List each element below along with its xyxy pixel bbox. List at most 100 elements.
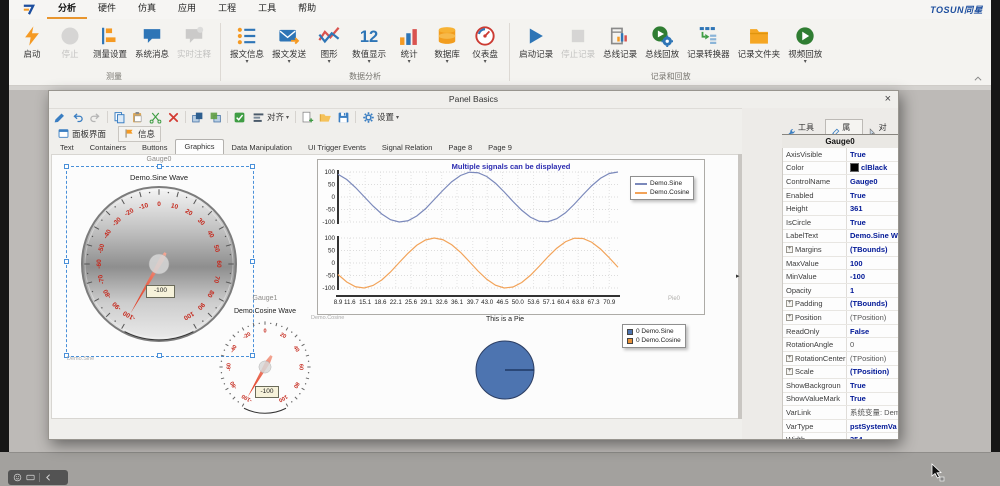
property-value[interactable]: True <box>847 191 898 200</box>
property-value[interactable]: True <box>847 218 898 227</box>
expand-icon[interactable]: + <box>786 314 793 321</box>
property-row-MaxValue[interactable]: MaxValue100 <box>783 257 898 271</box>
settings-button[interactable]: 设置▾ <box>359 110 402 125</box>
menu-item-工程[interactable]: 工程 <box>207 0 247 19</box>
property-row-LabelText[interactable]: LabelTextDemo.Sine W <box>783 230 898 244</box>
property-row-Color[interactable]: ColorclBlack <box>783 162 898 176</box>
chevron-down-icon[interactable]: ▾ <box>804 60 807 65</box>
property-value[interactable]: (TBounds) <box>847 245 898 254</box>
ribbon-item-记录转换器[interactable]: 记录转换器 <box>683 23 734 61</box>
chevron-down-icon[interactable]: ▾ <box>408 60 411 65</box>
property-row-Scale[interactable]: +Scale(TPosition) <box>783 366 898 380</box>
open-button[interactable] <box>317 110 334 125</box>
property-row-VarType[interactable]: VarTypepstSystemVa <box>783 420 898 434</box>
menu-item-帮助[interactable]: 帮助 <box>287 0 327 19</box>
ribbon-item-启动[interactable]: 启动 <box>13 23 51 61</box>
property-value[interactable]: (TPosition) <box>847 367 898 376</box>
ribbon-item-总线记录[interactable]: 总线记录 <box>599 23 641 61</box>
chevron-down-icon[interactable]: ▾ <box>288 60 291 65</box>
line-chart-panel[interactable]: Multiple signals can be displayed 100500… <box>317 159 705 315</box>
ribbon-item-数值显示[interactable]: 12数值显示▾ <box>348 23 390 66</box>
property-value[interactable]: False <box>847 327 898 336</box>
ribbon-item-测量设置[interactable]: 测量设置 <box>89 23 131 61</box>
property-value[interactable]: pstSystemVa <box>847 422 898 431</box>
align-button[interactable]: 对齐▾ <box>249 110 292 125</box>
menu-item-仿真[interactable]: 仿真 <box>127 0 167 19</box>
expand-icon[interactable]: + <box>786 246 793 253</box>
selection-handle[interactable] <box>157 353 162 358</box>
selection-handle[interactable] <box>250 259 255 264</box>
tab-page-9[interactable]: Page 9 <box>480 141 520 154</box>
ribbon-item-视频回放[interactable]: 视频回放▾ <box>784 23 826 66</box>
selection-handle[interactable] <box>64 259 69 264</box>
property-value[interactable]: (TBounds) <box>847 299 898 308</box>
property-row-ReadOnly[interactable]: ReadOnlyFalse <box>783 325 898 339</box>
splitter-collapse-icon[interactable]: ▸ <box>736 272 740 280</box>
gauge1-dial[interactable]: -100-80-60-40-20020406080100 <box>215 317 315 419</box>
close-icon[interactable]: × <box>885 92 891 107</box>
tab-graphics[interactable]: Graphics <box>175 139 223 154</box>
show-check-button[interactable] <box>231 110 248 125</box>
ribbon-item-启动记录[interactable]: 启动记录 <box>515 23 557 61</box>
ribbon-item-仪表盘[interactable]: 仪表盘▾ <box>466 23 504 66</box>
edit-mode-button[interactable] <box>51 110 68 125</box>
property-row-Opacity[interactable]: Opacity1 <box>783 284 898 298</box>
property-value[interactable]: 1 <box>847 286 898 295</box>
ribbon-item-统计[interactable]: 统计▾ <box>390 23 428 66</box>
menu-item-硬件[interactable]: 硬件 <box>87 0 127 19</box>
property-value[interactable]: 354 <box>847 435 898 439</box>
ribbon-item-总线回放[interactable]: 总线回放 <box>641 23 683 61</box>
property-value[interactable]: clBlack <box>847 163 898 172</box>
menu-item-应用[interactable]: 应用 <box>167 0 207 19</box>
doc-tab-信息[interactable]: 信息 <box>118 126 161 142</box>
bring-front-button[interactable] <box>189 110 206 125</box>
ribbon-item-报文信息[interactable]: 报文信息▾ <box>226 23 268 66</box>
expand-icon[interactable]: + <box>786 355 793 362</box>
property-value[interactable]: 0 <box>847 340 898 349</box>
property-row-MinValue[interactable]: MinValue-100 <box>783 270 898 284</box>
ribbon-item-报文发送[interactable]: 报文发送▾ <box>268 23 310 66</box>
expand-icon[interactable]: + <box>786 368 793 375</box>
property-row-Padding[interactable]: +Padding(TBounds) <box>783 298 898 312</box>
selection-handle[interactable] <box>250 164 255 169</box>
tab-buttons[interactable]: Buttons <box>134 141 175 154</box>
property-row-ShowValueMark[interactable]: ShowValueMarkTrue <box>783 393 898 407</box>
ribbon-item-数据库[interactable]: 数据库▾ <box>428 23 466 66</box>
pie-chart[interactable] <box>474 339 536 406</box>
property-value[interactable]: Demo.Sine W <box>847 231 898 240</box>
property-value[interactable]: True <box>847 150 898 159</box>
chevron-down-icon[interactable]: ▾ <box>484 60 487 65</box>
selection-handle[interactable] <box>157 164 162 169</box>
send-back-button[interactable] <box>207 110 224 125</box>
chevron-down-icon[interactable]: ▾ <box>368 60 371 65</box>
copy-button[interactable] <box>111 110 128 125</box>
property-row-Margins[interactable]: +Margins(TBounds) <box>783 243 898 257</box>
tab-text[interactable]: Text <box>52 141 82 154</box>
cut-button[interactable] <box>147 110 164 125</box>
property-row-IsCircle[interactable]: IsCircleTrue <box>783 216 898 230</box>
tab-containers[interactable]: Containers <box>82 141 134 154</box>
property-value[interactable]: 系统变量: Dem <box>847 407 898 418</box>
property-value[interactable]: -100 <box>847 272 898 281</box>
property-row-Height[interactable]: Height361 <box>783 202 898 216</box>
selection-handle[interactable] <box>64 164 69 169</box>
paste-button[interactable] <box>129 110 146 125</box>
property-value[interactable]: True <box>847 394 898 403</box>
doc-tab-面板界面[interactable]: 面板界面 <box>52 126 112 142</box>
menu-item-分析[interactable]: 分析 <box>47 0 87 19</box>
property-row-ControlName[interactable]: ControlNameGauge0 <box>783 175 898 189</box>
property-row-RotationCenter[interactable]: +RotationCenter(TPosition) <box>783 352 898 366</box>
panel-canvas[interactable]: Gauge0 Demo.Sine Wave -100-90-80-70-60-5… <box>51 154 738 419</box>
property-value[interactable]: Gauge0 <box>847 177 898 186</box>
tab-signal-relation[interactable]: Signal Relation <box>374 141 440 154</box>
property-row-RotationAngle[interactable]: RotationAngle0 <box>783 338 898 352</box>
tab-data-manipulation[interactable]: Data Manipulation <box>224 141 300 154</box>
expand-icon[interactable]: + <box>786 300 793 307</box>
property-value[interactable]: 361 <box>847 204 898 213</box>
property-row-VarLink[interactable]: VarLink系统变量: Dem <box>783 406 898 420</box>
menu-item-工具[interactable]: 工具 <box>247 0 287 19</box>
screen-overlay-toolbar[interactable] <box>8 470 68 485</box>
ribbon-item-系统消息[interactable]: 系统消息 <box>131 23 173 61</box>
chevron-down-icon[interactable]: ▾ <box>328 60 331 65</box>
new-page-button[interactable] <box>299 110 316 125</box>
